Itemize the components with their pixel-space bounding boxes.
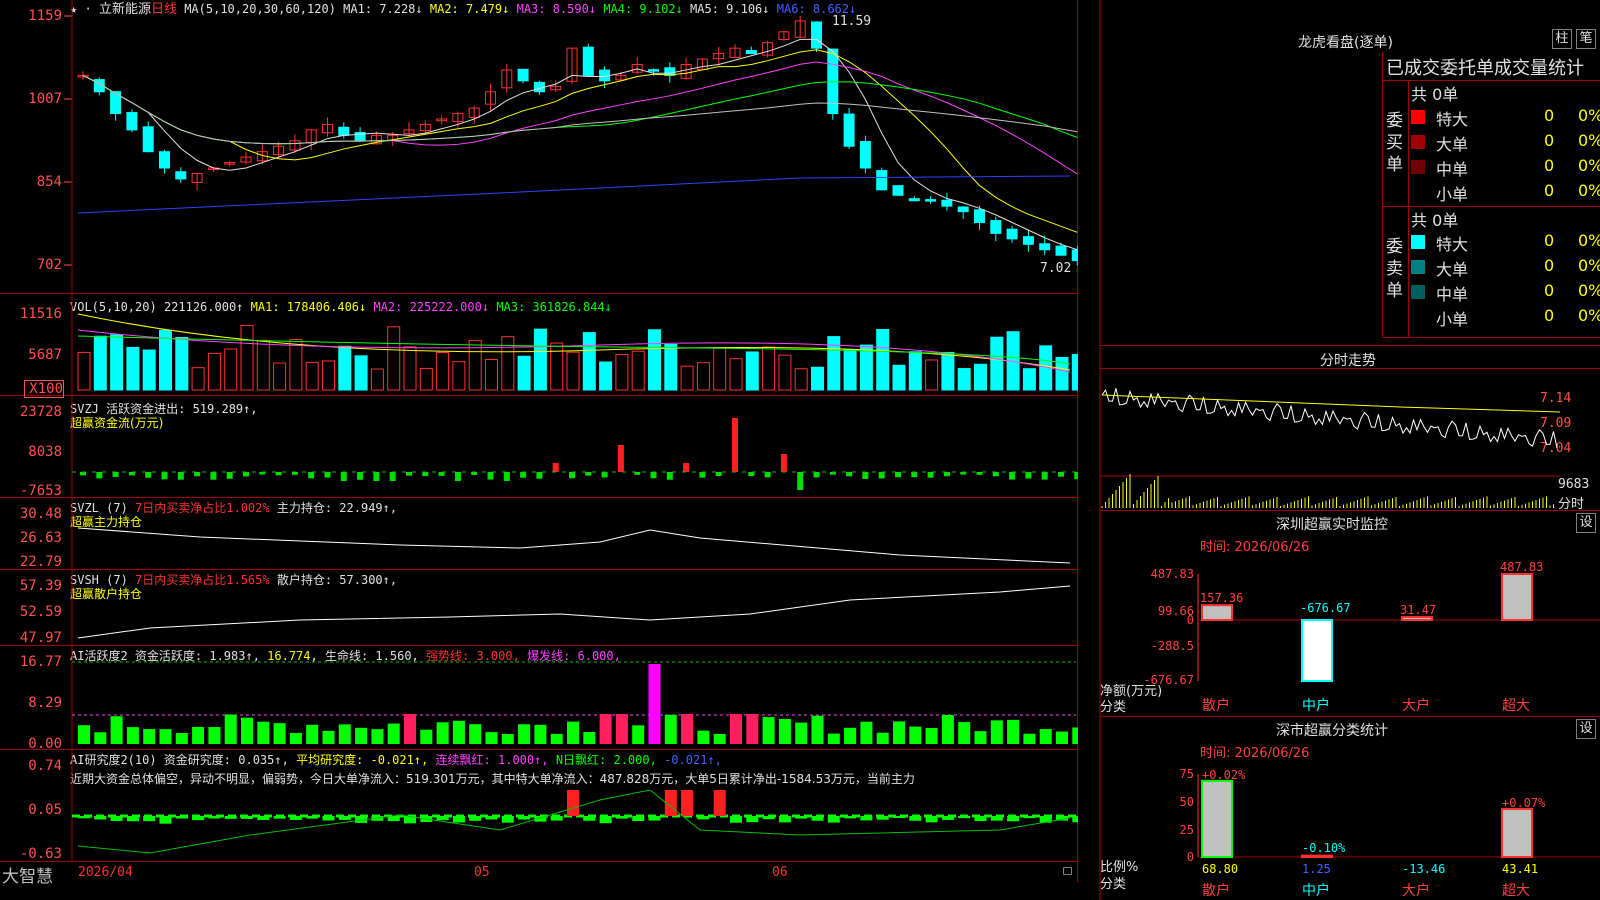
monitor-bar-label: 31.47 [1400, 603, 1436, 617]
monitor-category: 中户 [1302, 697, 1330, 714]
monitor-bar [1201, 604, 1233, 622]
monitor-category: 超大 [1502, 698, 1530, 714]
classify-value-label: -13.46 [1402, 862, 1445, 876]
classify-category: 中户 [1302, 882, 1330, 899]
classify-bar [1301, 854, 1333, 858]
classify-change-label: +0.07% [1502, 796, 1546, 810]
classify-bar [1201, 779, 1233, 858]
monitor-bar-label: 487.83 [1500, 560, 1543, 574]
classify-change-label: -0.10% [1302, 841, 1346, 855]
classify-axis-label: 25 [1180, 823, 1194, 837]
monitor-axis-label: 0 [1187, 613, 1194, 627]
classify-category: 大户 [1402, 882, 1430, 899]
classify-category: 散户 [1202, 882, 1230, 899]
classify-axis-label: 50 [1180, 795, 1194, 809]
right-chart-svg: 487.8399.660-288.5-676.67157.36散户-676.67… [1099, 0, 1600, 900]
classify-bar [1501, 807, 1533, 858]
monitor-axis-label: -676.67 [1143, 673, 1194, 687]
classify-value-label: 1.25 [1302, 862, 1331, 876]
intraday-avg-line [1101, 394, 1561, 413]
classify-axis-label: 0 [1187, 850, 1194, 864]
classify-axis-label: 75 [1180, 767, 1194, 781]
intraday-price-line [1101, 388, 1558, 449]
monitor-bar [1301, 619, 1333, 682]
classify-value-label: 43.41 [1502, 862, 1538, 876]
monitor-bar [1401, 616, 1433, 621]
classify-category: 超大 [1502, 883, 1530, 899]
monitor-category: 散户 [1202, 697, 1230, 714]
monitor-axis-label: -288.5 [1151, 639, 1194, 653]
monitor-bar-label: -676.67 [1300, 601, 1351, 615]
classify-change-label: +0.02% [1202, 768, 1246, 782]
monitor-bar-label: 157.36 [1200, 591, 1243, 605]
classify-value-label: 68.80 [1202, 862, 1238, 876]
monitor-bar [1501, 573, 1533, 621]
monitor-category: 大户 [1402, 697, 1430, 714]
monitor-axis-label: 487.83 [1151, 567, 1194, 581]
